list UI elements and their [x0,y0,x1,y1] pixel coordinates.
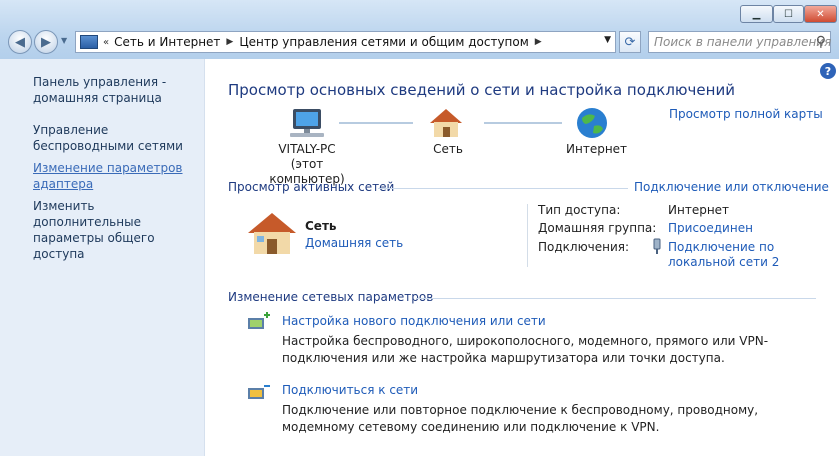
search-input[interactable]: Поиск в панели управления ⚲ [648,31,831,53]
computer-icon[interactable] [288,107,326,139]
back-arrow-icon: ◀ [15,34,25,50]
ethernet-connection-icon [653,238,661,254]
refresh-button[interactable]: ⟳ [619,31,641,53]
breadcrumb-overflow-icon[interactable]: « [103,37,109,48]
new-connection-description: Настройка беспроводного, широкополосного… [282,334,769,365]
house-network-icon[interactable] [428,107,464,139]
breadcrumb-network-internet[interactable]: Сеть и Интернет [114,35,220,49]
access-type-label: Тип доступа: [538,203,621,217]
maximize-icon: ☐ [784,8,793,20]
homegroup-link[interactable]: Присоединен [668,221,753,235]
computer-name: VITALY-PC [278,142,336,156]
map-connector-line [339,122,413,124]
connect-network-icon [248,385,270,399]
breadcrumb-separator-icon[interactable]: ▶ [226,37,233,47]
search-icon[interactable]: ⚲ [816,34,826,50]
sidebar-item-home[interactable]: Панель управления - домашняя страница [33,74,203,106]
close-icon: ✕ [816,8,825,20]
map-internet-label: Интернет [566,142,628,156]
connect-disconnect-link[interactable]: Подключение или отключение [634,180,829,194]
vertical-divider [527,204,528,267]
breadcrumb-network-center[interactable]: Центр управления сетями и общим доступом [239,35,528,49]
connect-to-network-link[interactable]: Подключиться к сети [282,383,418,397]
home-network-icon [248,213,296,254]
active-networks-heading: Просмотр активных сетей [228,180,395,194]
sidebar: Панель управления - домашняя страница Уп… [0,59,205,456]
forward-button[interactable]: ▶ [34,30,58,54]
title-bar: ▁ ☐ ✕ ◀ ▶ ▼ « Сеть и Интернет ▶ Центр уп… [0,0,839,59]
local-connection-link[interactable]: Подключение по локальной сети 2 [668,240,783,270]
breadcrumb-separator-icon[interactable]: ▶ [535,37,542,47]
help-button[interactable]: ? [820,63,836,79]
section-divider [378,188,628,189]
sidebar-item-sharing[interactable]: Изменить дополнительные параметры общего… [33,198,203,262]
close-button[interactable]: ✕ [804,5,837,23]
active-network-name: Сеть [305,219,337,233]
section-divider [416,298,816,299]
full-map-link[interactable]: Просмотр полной карты [669,107,823,121]
connections-label: Подключения: [538,240,630,254]
change-settings-heading: Изменение сетевых параметров [228,290,434,304]
network-type-link[interactable]: Домашняя сеть [305,236,403,250]
control-panel-icon [80,35,98,49]
forward-arrow-icon: ▶ [41,34,51,50]
refresh-icon: ⟳ [624,34,636,50]
sidebar-item-adapter[interactable]: Изменение параметров адаптера [33,160,203,192]
map-network-label: Сеть [433,142,463,156]
minimize-button[interactable]: ▁ [740,5,773,23]
maximize-button[interactable]: ☐ [773,5,804,23]
new-connection-icon [248,312,270,329]
main-content: ? Просмотр основных сведений о сети и на… [206,59,839,456]
back-button[interactable]: ◀ [8,30,32,54]
access-type-value: Интернет [668,203,730,217]
recent-pages-dropdown[interactable]: ▼ [61,36,67,45]
minimize-icon: ▁ [752,8,761,20]
sidebar-item-wireless[interactable]: Управление беспроводными сетями [33,122,203,154]
page-title: Просмотр основных сведений о сети и наст… [228,81,735,99]
connect-to-network-description: Подключение или повторное подключение к … [282,403,759,434]
new-connection-link[interactable]: Настройка нового подключения или сети [282,314,546,328]
address-bar[interactable]: « Сеть и Интернет ▶ Центр управления сет… [75,31,616,53]
globe-icon[interactable] [575,106,609,140]
homegroup-label: Домашняя группа: [538,221,657,235]
search-placeholder: Поиск в панели управления [654,35,832,49]
map-connector-line [484,122,562,124]
network-sharing-center-window: ▁ ☐ ✕ ◀ ▶ ▼ « Сеть и Интернет ▶ Центр уп… [0,0,839,456]
address-dropdown-icon[interactable]: ▼ [604,35,611,45]
